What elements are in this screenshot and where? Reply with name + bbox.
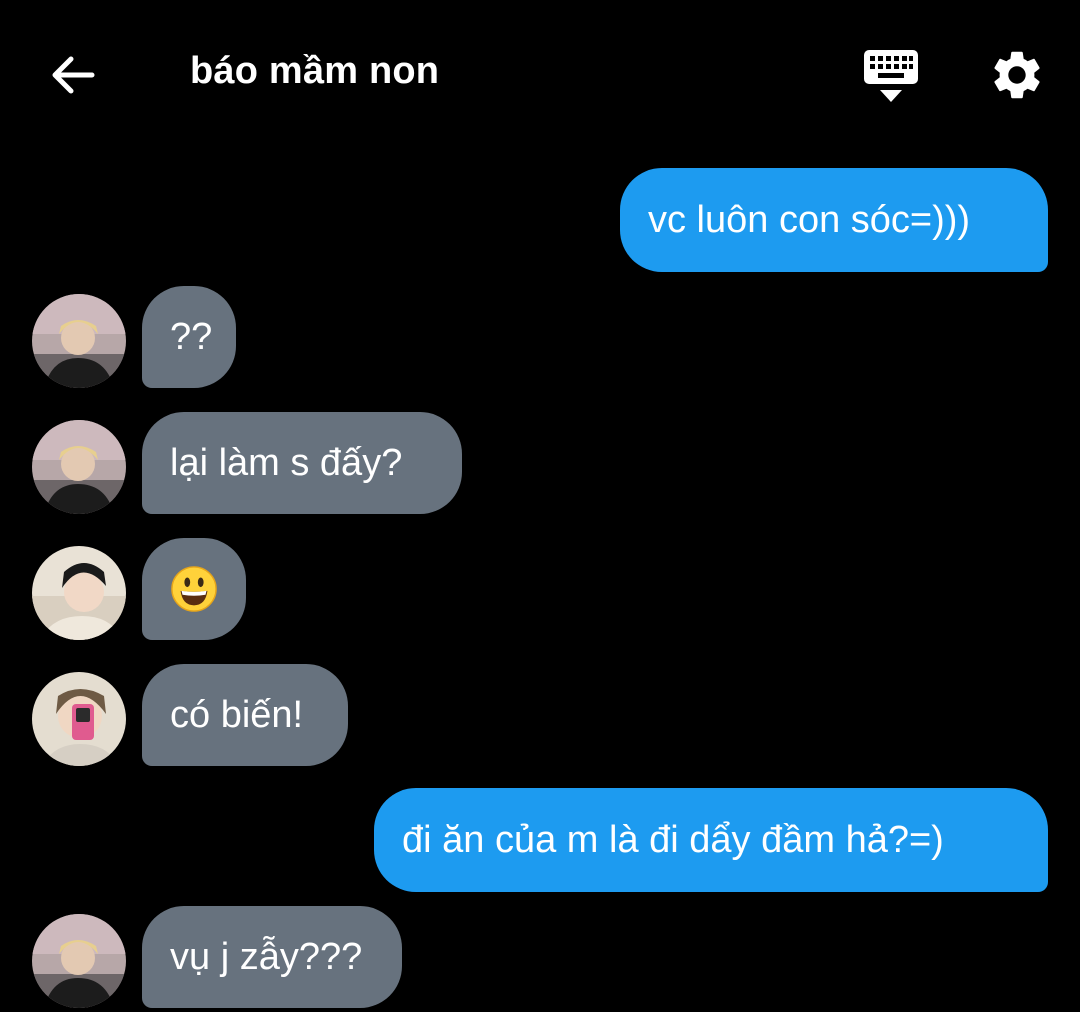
avatar-blonde[interactable] xyxy=(32,294,126,388)
avatar-image xyxy=(32,546,126,640)
chat-header: báo mầm non xyxy=(0,0,1080,150)
incoming-message-bubble[interactable]: vụ j zẫy??? xyxy=(142,906,402,1008)
message-text: đi ăn của m là đi dẩy đầm hả?=) xyxy=(402,819,944,861)
avatar-blonde[interactable] xyxy=(32,420,126,514)
grinning-face-emoji-icon xyxy=(171,566,217,612)
avatar-image xyxy=(32,914,126,1008)
arrow-left-icon xyxy=(52,56,95,94)
outgoing-message-bubble[interactable]: đi ăn của m là đi dẩy đầm hả?=) xyxy=(374,788,1048,892)
avatar-dark-hair[interactable] xyxy=(32,546,126,640)
message-text: ?? xyxy=(170,316,213,358)
incoming-message-bubble[interactable]: có biến! xyxy=(142,664,348,766)
avatar-image xyxy=(32,294,126,388)
back-button[interactable] xyxy=(46,48,100,102)
incoming-message-bubble[interactable]: ?? xyxy=(142,286,236,388)
outgoing-message-bubble[interactable]: vc luôn con sóc=))) xyxy=(620,168,1048,272)
avatar-blonde[interactable] xyxy=(32,914,126,1008)
message-text: vc luôn con sóc=))) xyxy=(648,199,971,241)
keyboard-toggle-button[interactable] xyxy=(862,48,920,104)
conversation-title: báo mầm non xyxy=(190,50,440,92)
avatar-image xyxy=(32,420,126,514)
message-text: có biến! xyxy=(170,694,304,736)
avatar-mirror-selfie[interactable] xyxy=(32,672,126,766)
message-text: lại làm s đấy? xyxy=(170,442,403,484)
message-text: vụ j zẫy??? xyxy=(170,936,363,978)
incoming-message-bubble[interactable]: lại làm s đấy? xyxy=(142,412,462,514)
gear-icon xyxy=(994,51,1040,99)
avatar-image xyxy=(32,672,126,766)
keyboard-hide-icon xyxy=(864,50,918,102)
incoming-message-bubble[interactable] xyxy=(142,538,246,640)
settings-button[interactable] xyxy=(988,46,1046,104)
